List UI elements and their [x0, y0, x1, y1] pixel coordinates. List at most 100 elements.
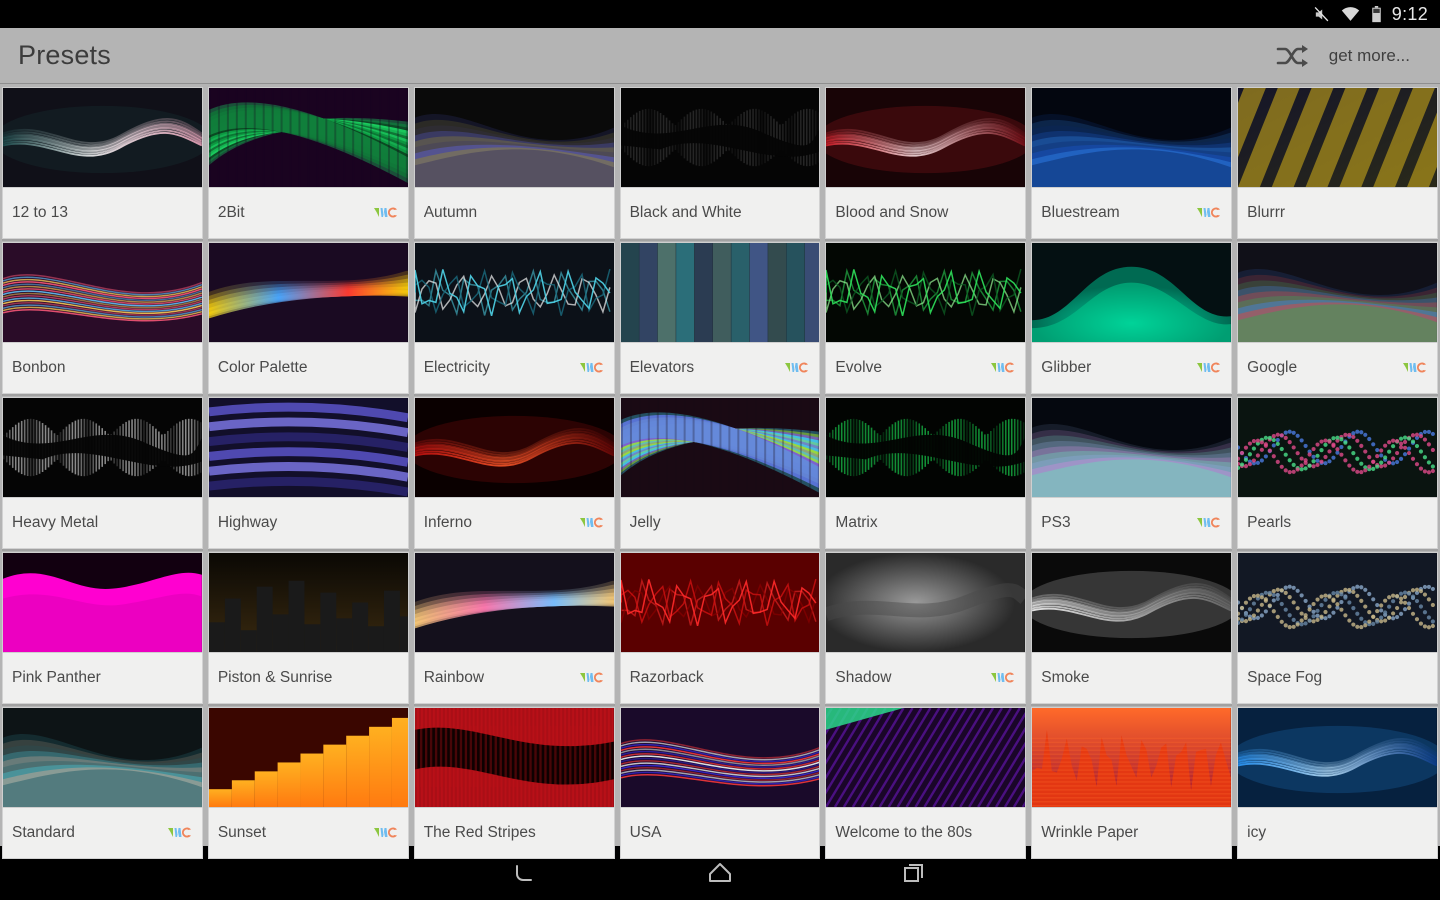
preset-thumbnail[interactable]	[414, 552, 615, 653]
preset-card[interactable]: Pink Panther	[2, 552, 203, 704]
preset-grid: 12 to 13 2Bit AutumnBlack and White Blood a…	[0, 84, 1440, 846]
preset-thumbnail[interactable]	[620, 242, 821, 343]
preset-thumbnail[interactable]	[620, 397, 821, 498]
preset-card[interactable]: Jelly	[620, 397, 821, 549]
preset-card[interactable]: Standard	[2, 707, 203, 859]
preset-name: USA	[630, 824, 811, 842]
preset-thumbnail[interactable]	[208, 552, 409, 653]
preset-card[interactable]: Welcome to the 80s	[825, 707, 1026, 859]
preset-card[interactable]: Razorback	[620, 552, 821, 704]
preset-thumbnail[interactable]	[2, 397, 203, 498]
back-button[interactable]	[498, 853, 554, 893]
preset-thumbnail[interactable]	[208, 242, 409, 343]
preset-card[interactable]: Color Palette	[208, 242, 409, 394]
preset-thumbnail-art	[826, 88, 1025, 187]
preset-thumbnail[interactable]	[825, 87, 1026, 188]
preset-thumbnail[interactable]	[208, 707, 409, 808]
preset-card[interactable]: Rainbow	[414, 552, 615, 704]
preset-thumbnail[interactable]	[825, 242, 1026, 343]
preset-label-row: Shadow	[825, 653, 1026, 704]
preset-card[interactable]: Smoke	[1031, 552, 1232, 704]
preset-thumbnail[interactable]	[1031, 242, 1232, 343]
preset-card[interactable]: Elevators	[620, 242, 821, 394]
preset-label-row: Google	[1237, 343, 1438, 394]
preset-thumbnail-art	[3, 553, 202, 652]
preset-card[interactable]: Blood and Snow	[825, 87, 1026, 239]
preset-thumbnail[interactable]	[2, 87, 203, 188]
preset-card[interactable]: 2Bit	[208, 87, 409, 239]
preset-thumbnail[interactable]	[414, 397, 615, 498]
preset-card[interactable]: Blurrr	[1237, 87, 1438, 239]
preset-thumbnail[interactable]	[414, 242, 615, 343]
preset-thumbnail[interactable]	[825, 707, 1026, 808]
preset-thumbnail[interactable]	[2, 242, 203, 343]
preset-thumbnail-art	[1238, 243, 1437, 342]
preset-card[interactable]: Glibber	[1031, 242, 1232, 394]
preset-thumbnail[interactable]	[825, 552, 1026, 653]
preset-thumbnail[interactable]	[620, 707, 821, 808]
preset-thumbnail-art	[1238, 553, 1437, 652]
preset-card[interactable]: Shadow	[825, 552, 1026, 704]
preset-label-row: Matrix	[825, 498, 1026, 549]
preset-thumbnail[interactable]	[1237, 87, 1438, 188]
preset-thumbnail[interactable]	[208, 397, 409, 498]
preset-card[interactable]: The Red Stripes	[414, 707, 615, 859]
preset-name: Bonbon	[12, 359, 193, 377]
preset-thumbnail[interactable]	[414, 87, 615, 188]
get-more-button[interactable]: get more...	[1319, 46, 1424, 66]
shuffle-icon	[1276, 43, 1310, 69]
preset-card[interactable]: Autumn	[414, 87, 615, 239]
preset-name: 2Bit	[218, 204, 367, 222]
preset-name: Blood and Snow	[835, 204, 1016, 222]
preset-thumbnail[interactable]	[1031, 87, 1232, 188]
preset-card[interactable]: icy	[1237, 707, 1438, 859]
preset-label-row: Piston & Sunrise	[208, 653, 409, 704]
preset-thumbnail[interactable]	[2, 707, 203, 808]
preset-card[interactable]: Heavy Metal	[2, 397, 203, 549]
preset-thumbnail[interactable]	[1237, 397, 1438, 498]
preset-thumbnail-art	[3, 398, 202, 497]
preset-thumbnail[interactable]	[414, 707, 615, 808]
preset-card[interactable]: Evolve	[825, 242, 1026, 394]
preset-thumbnail[interactable]	[1031, 707, 1232, 808]
preset-card[interactable]: Piston & Sunrise	[208, 552, 409, 704]
preset-thumbnail[interactable]	[1237, 707, 1438, 808]
preset-card[interactable]: USA	[620, 707, 821, 859]
shuffle-button[interactable]	[1267, 34, 1319, 78]
preset-thumbnail[interactable]	[1031, 552, 1232, 653]
preset-thumbnail[interactable]	[1237, 552, 1438, 653]
preset-label-row: Color Palette	[208, 343, 409, 394]
preset-card[interactable]: Black and White	[620, 87, 821, 239]
preset-thumbnail[interactable]	[1031, 397, 1232, 498]
preset-name: PS3	[1041, 514, 1190, 532]
preset-card[interactable]: Wrinkle Paper	[1031, 707, 1232, 859]
preset-thumbnail[interactable]	[208, 87, 409, 188]
preset-card[interactable]: Google	[1237, 242, 1438, 394]
preset-card[interactable]: Inferno	[414, 397, 615, 549]
preset-card[interactable]: PS3	[1031, 397, 1232, 549]
pro-badge-icon	[1196, 516, 1222, 530]
preset-thumbnail[interactable]	[620, 87, 821, 188]
preset-thumbnail[interactable]	[2, 552, 203, 653]
preset-card[interactable]: Bonbon	[2, 242, 203, 394]
preset-name: Standard	[12, 824, 161, 842]
preset-name: icy	[1247, 824, 1428, 842]
preset-card[interactable]: Highway	[208, 397, 409, 549]
recents-button[interactable]	[886, 853, 942, 893]
preset-card[interactable]: Space Fog	[1237, 552, 1438, 704]
preset-name: Glibber	[1041, 359, 1190, 377]
preset-thumbnail-art	[209, 553, 408, 652]
preset-card[interactable]: Pearls	[1237, 397, 1438, 549]
preset-thumbnail[interactable]	[620, 552, 821, 653]
preset-name: Sunset	[218, 824, 367, 842]
preset-thumbnail[interactable]	[825, 397, 1026, 498]
preset-card[interactable]: Matrix	[825, 397, 1026, 549]
preset-card[interactable]: 12 to 13	[2, 87, 203, 239]
preset-label-row: Inferno	[414, 498, 615, 549]
home-icon	[706, 860, 734, 886]
preset-card[interactable]: Bluestream	[1031, 87, 1232, 239]
home-button[interactable]	[692, 853, 748, 893]
preset-card[interactable]: Electricity	[414, 242, 615, 394]
preset-thumbnail[interactable]	[1237, 242, 1438, 343]
preset-card[interactable]: Sunset	[208, 707, 409, 859]
